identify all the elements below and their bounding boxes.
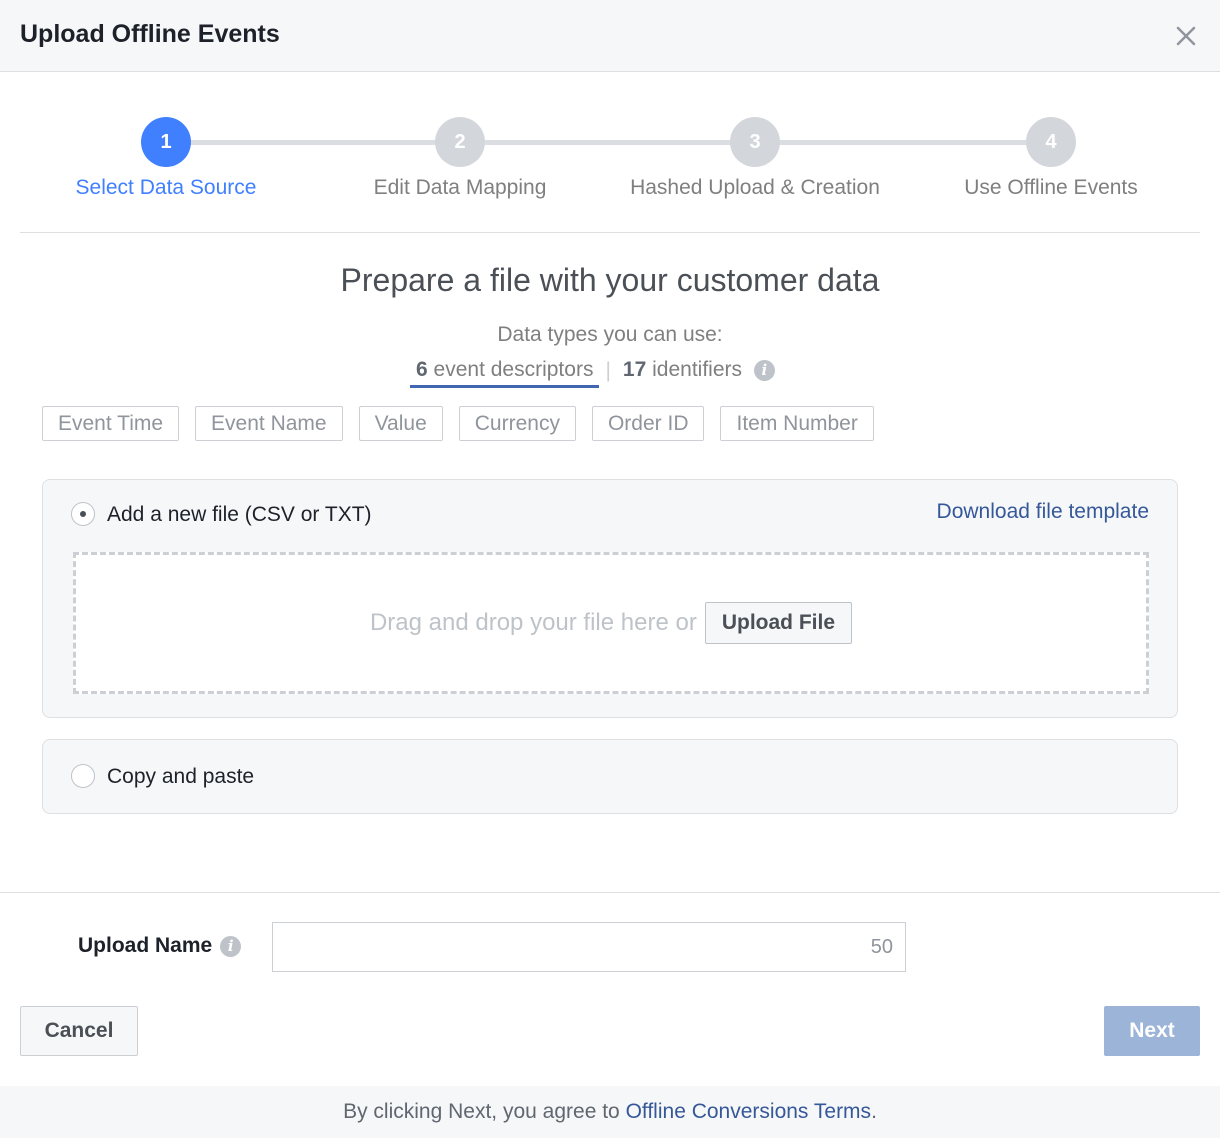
info-icon[interactable]: i — [753, 359, 775, 381]
chip-item-number: Item Number — [720, 406, 874, 441]
drop-text: Drag and drop your file here or — [369, 609, 697, 636]
terms-prefix: By clicking Next, you agree to — [343, 1100, 626, 1123]
identifiers-label: identifiers — [652, 358, 743, 381]
copy-paste-radio[interactable] — [71, 764, 95, 788]
download-template-link[interactable]: Download file template — [937, 500, 1149, 524]
upload-offline-events-dialog: Upload Offline Events 1 2 3 4 Select Dat… — [0, 0, 1220, 1138]
chip-event-name: Event Name — [195, 406, 343, 441]
step-2-label: Edit Data Mapping — [373, 176, 547, 199]
upload-file-button[interactable]: Upload File — [704, 602, 853, 644]
step-4-circle: 4 — [1026, 117, 1076, 167]
descriptors-label: event descriptors — [433, 358, 594, 381]
stepper-divider — [20, 232, 1200, 233]
next-button[interactable]: Next — [1104, 1006, 1200, 1056]
terms-bar: By clicking Next, you agree to Offline C… — [0, 1086, 1220, 1138]
close-icon — [1176, 26, 1196, 46]
tab-separator: | — [605, 359, 611, 382]
close-button[interactable] — [1170, 20, 1202, 52]
footer-divider — [0, 892, 1220, 893]
step-3-circle: 3 — [730, 117, 780, 167]
step-3-label: Hashed Upload & Creation — [630, 176, 880, 199]
upload-name-input[interactable] — [273, 923, 833, 971]
step-4-label: Use Offline Events — [964, 176, 1138, 199]
descriptors-count: 6 — [416, 358, 428, 381]
chip-currency: Currency — [458, 406, 576, 441]
copy-paste-label[interactable]: Copy and paste — [107, 765, 254, 789]
char-count: 50 — [870, 936, 893, 958]
step-connector — [780, 140, 1026, 145]
tab-event-descriptors[interactable]: 6 event descriptors — [410, 354, 600, 388]
dialog-header: Upload Offline Events — [0, 0, 1220, 72]
page-title: Prepare a file with your customer data — [340, 262, 880, 298]
upload-name-label: Upload Name i — [78, 934, 242, 958]
cancel-button[interactable]: Cancel — [20, 1006, 138, 1056]
add-file-label[interactable]: Add a new file (CSV or TXT) — [107, 503, 372, 527]
add-file-panel: Add a new file (CSV or TXT) Download fil… — [42, 479, 1178, 718]
step-connector — [190, 140, 436, 145]
step-connector — [485, 140, 731, 145]
upload-name-text: Upload Name — [78, 934, 213, 957]
data-types-tabs: 6 event descriptors | 17 identifiers i — [410, 353, 781, 389]
file-dropzone[interactable]: Drag and drop your file here or Upload F… — [73, 552, 1149, 694]
copy-paste-panel: Copy and paste — [42, 739, 1178, 814]
step-1-circle: 1 — [141, 117, 191, 167]
terms-link[interactable]: Offline Conversions Terms — [626, 1100, 872, 1123]
identifiers-count: 17 — [622, 358, 647, 381]
event-descriptor-chips: Event Time Event Name Value Currency Ord… — [42, 406, 890, 441]
data-types-subtitle: Data types you can use: — [497, 323, 723, 346]
tab-identifiers[interactable]: 17 identifiers i — [617, 354, 781, 388]
step-1-label: Select Data Source — [75, 176, 257, 199]
chip-order-id: Order ID — [591, 406, 705, 441]
progress-stepper: 1 2 3 4 Select Data Source Edit Data Map… — [0, 72, 1220, 234]
add-file-radio[interactable] — [71, 502, 95, 526]
dialog-title: Upload Offline Events — [20, 20, 280, 48]
upload-name-info-icon[interactable]: i — [220, 935, 242, 957]
terms-suffix: . — [871, 1100, 877, 1123]
step-2-circle: 2 — [435, 117, 485, 167]
upload-name-field: 50 — [272, 922, 906, 972]
chip-value: Value — [358, 406, 443, 441]
chip-event-time: Event Time — [42, 406, 180, 441]
